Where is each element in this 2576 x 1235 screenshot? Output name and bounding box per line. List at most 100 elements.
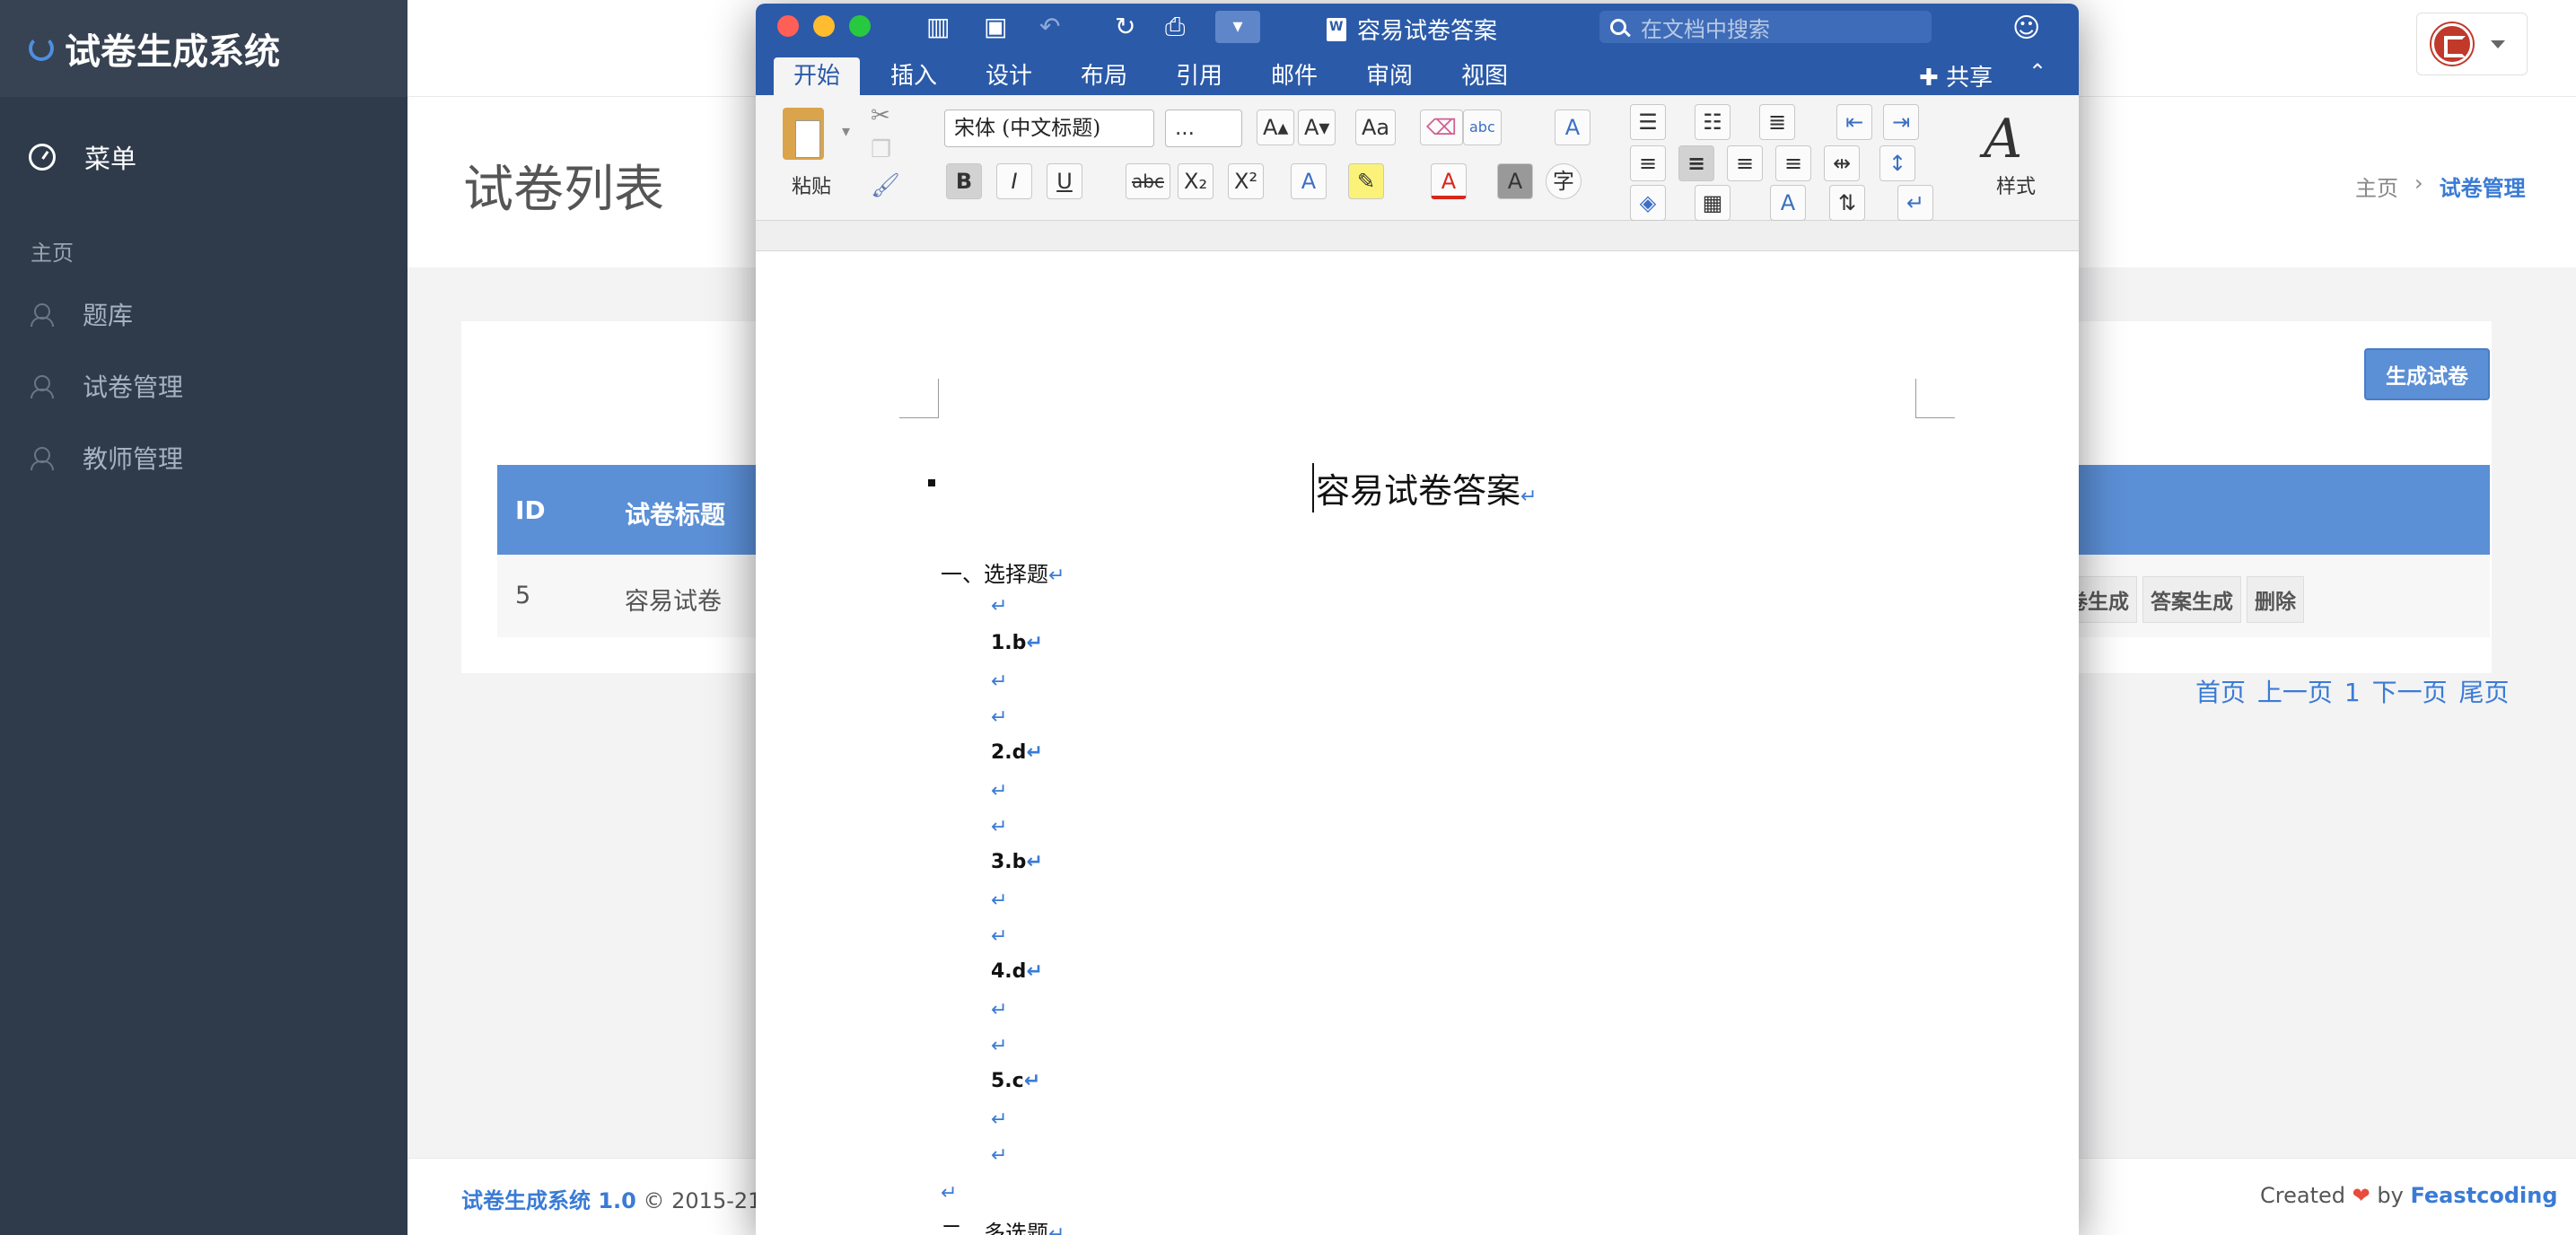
shrink-font-button[interactable]: A▾ xyxy=(1298,109,1336,145)
bullets-icon[interactable]: ☰ xyxy=(1630,104,1666,140)
font-color-icon[interactable]: A xyxy=(1431,163,1467,199)
collapse-ribbon-icon[interactable]: ⌃ xyxy=(2028,59,2046,84)
answer-line: 1.b↵ xyxy=(991,632,1043,654)
pager-next[interactable]: 下一页 xyxy=(2372,678,2448,707)
paragraph-mark: ↵ xyxy=(991,706,1008,729)
zoom-window-button[interactable] xyxy=(849,15,871,37)
undo-icon[interactable]: ↶ xyxy=(1039,13,1060,41)
user-menu-button[interactable] xyxy=(2416,13,2528,75)
highlight-icon[interactable]: ✎ xyxy=(1348,163,1384,199)
bold-button[interactable]: B xyxy=(946,163,982,199)
share-button[interactable]: ✚ 共享 xyxy=(1919,59,1993,92)
document-title: 容易试卷答案 xyxy=(1327,13,1497,46)
empty-paragraph: ↵ xyxy=(941,1179,957,1204)
breadcrumb: 主页 › 试卷管理 xyxy=(2355,171,2526,202)
font-size-select[interactable]: ... xyxy=(1165,109,1242,147)
distributed-icon[interactable]: ⇹ xyxy=(1824,145,1860,181)
borders-icon[interactable]: ▦ xyxy=(1695,185,1730,221)
sidebar-item-teacher-management[interactable]: 教师管理 xyxy=(29,440,183,476)
customize-toolbar-button[interactable]: ▾ xyxy=(1215,11,1260,43)
close-window-button[interactable] xyxy=(777,15,799,37)
align-left-icon[interactable]: ≡ xyxy=(1630,145,1666,181)
tab-home[interactable]: 开始 xyxy=(774,57,861,95)
change-case-button[interactable]: Aa xyxy=(1355,109,1397,145)
clear-formatting-icon[interactable]: ⌫ xyxy=(1420,109,1463,145)
pager-last[interactable]: 尾页 xyxy=(2459,678,2510,707)
generate-answer-action[interactable]: 答案生成 xyxy=(2142,576,2241,623)
print-icon[interactable]: ⎙ xyxy=(1165,13,1185,41)
grow-font-button[interactable]: A▴ xyxy=(1257,109,1295,145)
enclose-characters-icon[interactable]: 字 xyxy=(1546,163,1582,199)
section-heading-2: 二、多选题↵ xyxy=(941,1215,1065,1235)
empty-paragraph: ↵ xyxy=(991,813,1007,838)
pager-prev[interactable]: 上一页 xyxy=(2257,678,2333,707)
numbering-icon[interactable]: ☷ xyxy=(1695,104,1730,140)
text-effects-icon[interactable]: A xyxy=(1291,163,1327,199)
feedback-smiley-icon[interactable]: ☺ xyxy=(2012,13,2040,44)
line-spacing-icon[interactable]: ↕ xyxy=(1879,145,1915,181)
redo-icon[interactable]: ↻ xyxy=(1115,13,1135,41)
decrease-indent-icon[interactable]: ⇤ xyxy=(1836,104,1872,140)
generate-paper-button[interactable]: 生成试卷 xyxy=(2364,348,2490,400)
sort-icon[interactable]: ⇅ xyxy=(1829,185,1865,221)
subscript-button[interactable]: X₂ xyxy=(1178,163,1214,199)
document-search-input[interactable]: 在文档中搜索 xyxy=(1599,11,1932,43)
character-border-icon[interactable]: A xyxy=(1555,109,1590,145)
styles-icon[interactable]: A xyxy=(1984,108,2022,171)
shading-bucket-icon[interactable]: ◈ xyxy=(1630,185,1666,221)
asian-layout-icon[interactable]: A xyxy=(1770,185,1806,221)
tab-references[interactable]: 引用 xyxy=(1176,57,1222,95)
paragraph-mark: ↵ xyxy=(1520,486,1538,508)
answer-text: 5.c xyxy=(991,1070,1024,1092)
italic-button[interactable]: I xyxy=(996,163,1032,199)
sidebar-toggle-icon[interactable]: ▥ xyxy=(926,13,950,41)
sidebar-item-label: 教师管理 xyxy=(83,444,184,474)
paste-options-caret[interactable]: ▾ xyxy=(842,122,850,141)
column-header-title: 试卷标题 xyxy=(625,500,726,530)
increase-indent-icon[interactable]: ⇥ xyxy=(1883,104,1919,140)
tab-view[interactable]: 视图 xyxy=(1461,57,1508,95)
add-person-icon: ✚ xyxy=(1919,65,1939,92)
empty-paragraph: ↵ xyxy=(991,1032,1007,1057)
justify-icon[interactable]: ≡ xyxy=(1775,145,1811,181)
save-icon[interactable]: ▣ xyxy=(984,13,1007,41)
character-shading-icon[interactable]: A xyxy=(1497,163,1533,199)
tab-design[interactable]: 设计 xyxy=(986,57,1032,95)
paragraph-mark: ↵ xyxy=(1026,741,1043,764)
paste-clipboard-icon[interactable] xyxy=(783,108,824,160)
format-painter-icon[interactable]: 🖌 xyxy=(871,172,900,199)
breadcrumb-home[interactable]: 主页 xyxy=(2355,171,2398,202)
brand-header[interactable]: 试卷生成系统 xyxy=(0,0,407,97)
phonetic-guide-icon[interactable]: abc xyxy=(1463,109,1502,145)
tab-mailings[interactable]: 邮件 xyxy=(1271,57,1318,95)
font-family-select[interactable]: 宋体 (中文标题) xyxy=(944,109,1154,147)
pager-current[interactable]: 1 xyxy=(2344,678,2361,707)
font-size-value: ... xyxy=(1175,117,1195,140)
document-page[interactable]: 容易试卷答案↵ 一、选择题↵ ↵ 1.b↵ ↵ ↵ 2.d↵ ↵ ↵ 3.b↵ … xyxy=(756,251,2079,1235)
spinner-logo-icon xyxy=(29,36,54,61)
tab-insert[interactable]: 插入 xyxy=(890,57,937,95)
menu-label: 菜单 xyxy=(84,144,137,174)
cut-scissors-icon[interactable]: ✂ xyxy=(871,102,890,129)
delete-action[interactable]: 删除 xyxy=(2247,576,2304,623)
copy-icon[interactable]: ❐ xyxy=(871,136,891,163)
show-formatting-icon[interactable]: ↵ xyxy=(1897,185,1933,221)
footer-author-link[interactable]: Feastcoding xyxy=(2410,1183,2557,1208)
align-right-icon[interactable]: ≡ xyxy=(1727,145,1763,181)
sidebar-item-question-bank[interactable]: 题库 xyxy=(29,296,133,332)
tab-layout[interactable]: 布局 xyxy=(1081,57,1127,95)
pager-first[interactable]: 首页 xyxy=(2195,678,2246,707)
strikethrough-button[interactable]: abc xyxy=(1126,163,1170,199)
sidebar-item-label: 题库 xyxy=(83,301,134,330)
minimize-window-button[interactable] xyxy=(813,15,835,37)
multilevel-list-icon[interactable]: ≣ xyxy=(1759,104,1795,140)
paragraph-mark: ↵ xyxy=(991,595,1008,618)
answer-text: 3.b xyxy=(991,851,1027,873)
paragraph-mark-bullet xyxy=(928,479,935,486)
underline-button[interactable]: U xyxy=(1047,163,1082,199)
sidebar-item-paper-management[interactable]: 试卷管理 xyxy=(29,368,183,404)
align-center-icon[interactable]: ≡ xyxy=(1678,145,1714,181)
superscript-button[interactable]: X² xyxy=(1228,163,1265,199)
menu-header[interactable]: 菜单 xyxy=(29,138,136,176)
tab-review[interactable]: 审阅 xyxy=(1366,57,1413,95)
